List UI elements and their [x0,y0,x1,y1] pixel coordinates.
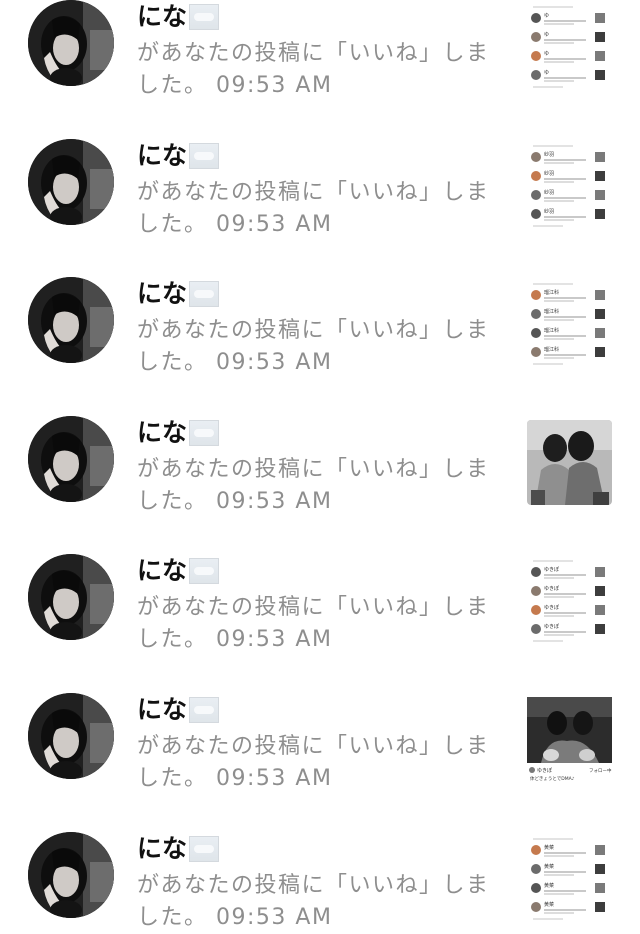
mini-avatar [531,170,541,181]
mini-post-image [595,189,605,200]
mini-post-image [595,882,605,893]
notification-list: にな があなたの投稿に「いいね」しました。 09:53 AM ゆゆゆゆ にな が… [0,0,640,930]
cloud-icon [189,419,220,446]
notification-text: にな があなたの投稿に「いいね」しました。 09:53 AM [137,832,512,934]
mini-username: ゆきぽ [544,585,559,592]
mini-post-image [595,151,605,162]
mini-username: ゆ [544,51,549,57]
mini-username: 黄菜 [544,844,554,851]
mini-post-image [595,309,605,320]
mini-post-image [595,51,605,61]
username[interactable]: にな [137,554,187,588]
mini-username: 黄菜 [544,863,554,870]
mini-post-image [595,586,605,597]
cloud-icon [189,558,220,585]
mini-username: 瑠江科 [544,327,559,334]
username[interactable]: にな [137,416,187,450]
username-line: にな [137,0,512,34]
mini-post-image [595,901,605,912]
mini-avatar [531,13,541,23]
mini-username: ゆきぽ [544,566,559,573]
avatar[interactable] [28,831,114,918]
mini-username: 黄菜 [544,882,554,889]
mini-username: ゆ [544,32,549,38]
mini-avatar [531,32,541,42]
mini-avatar [531,309,541,320]
mini-avatar [531,901,541,912]
mini-avatar [531,51,541,61]
username[interactable]: にな [137,277,187,311]
notification-row[interactable]: にな があなたの投稿に「いいね」しました。 09:53 AM ゆゆゆゆ [0,0,640,98]
mini-post-image [595,170,605,181]
cloud-icon [189,281,220,308]
mini-avatar [531,189,541,200]
mini-username: 黄菜 [544,901,554,908]
notification-row[interactable]: にな があなたの投稿に「いいね」しました。 09:53 AM 紗羽 紗羽 紗羽 紗羽 [0,69,640,237]
mini-post-image [595,290,605,301]
notification-message: があなたの投稿に「いいね」しました。 09:53 AM [137,870,512,934]
mini-username: ゆきぽ [544,604,559,611]
cloud-icon [189,142,220,169]
mini-avatar [531,151,541,162]
mini-avatar [531,328,541,339]
mini-post-image [595,328,605,339]
mini-post-image [595,844,605,855]
username-line: にな [137,693,512,727]
mini-avatar [531,863,541,874]
mini-post-image [595,605,605,616]
mini-username: 紗羽 [544,190,554,196]
cloud-icon [189,4,220,30]
mini-post-image [595,32,605,42]
username[interactable]: にな [137,139,187,173]
mini-username: ゆ [544,13,549,19]
mini-avatar [531,882,541,893]
cloud-icon [189,696,220,723]
notification-row[interactable]: にな があなたの投稿に「いいね」しました。 09:53 AM ゆきぽ フォロー中体… [0,623,640,791]
mini-avatar [531,567,541,578]
mini-post-image [595,13,605,23]
timestamp: 09:53 AM [216,904,333,930]
notification-row[interactable]: にな があなたの投稿に「いいね」しました。 09:53 AM [0,346,640,514]
mini-username: 紗羽 [544,171,554,177]
post-thumbnail[interactable]: 黄菜 黄菜 黄菜 黄菜 [527,835,612,921]
username-line: にな [137,832,512,866]
notification-row[interactable]: にな があなたの投稿に「いいね」しました。 09:53 AM 黄菜 黄菜 黄菜 黄菜 [0,762,640,930]
mini-post-image [595,567,605,578]
mini-username: 瑠江科 [544,308,559,315]
mini-avatar [531,605,541,616]
cloud-icon [189,835,220,862]
username[interactable]: にな [137,832,187,866]
username[interactable]: にな [137,0,187,34]
mini-avatar [531,586,541,597]
notification-row[interactable]: にな があなたの投稿に「いいね」しました。 09:53 AM 瑠江科 瑠江科 瑠江科… [0,207,640,375]
mini-avatar [531,290,541,301]
username-line: にな [137,554,512,588]
mini-post-image [595,863,605,874]
username-line: にな [137,139,512,173]
mini-username: 紗羽 [544,152,554,158]
notification-row[interactable]: にな があなたの投稿に「いいね」しました。 09:53 AM ゆきぽ ゆきぽ ゆきぽ… [0,484,640,652]
mini-avatar [531,844,541,855]
mini-username: 瑠江科 [544,289,559,296]
username-line: にな [137,277,512,311]
username-line: にな [137,416,512,450]
username[interactable]: にな [137,693,187,727]
